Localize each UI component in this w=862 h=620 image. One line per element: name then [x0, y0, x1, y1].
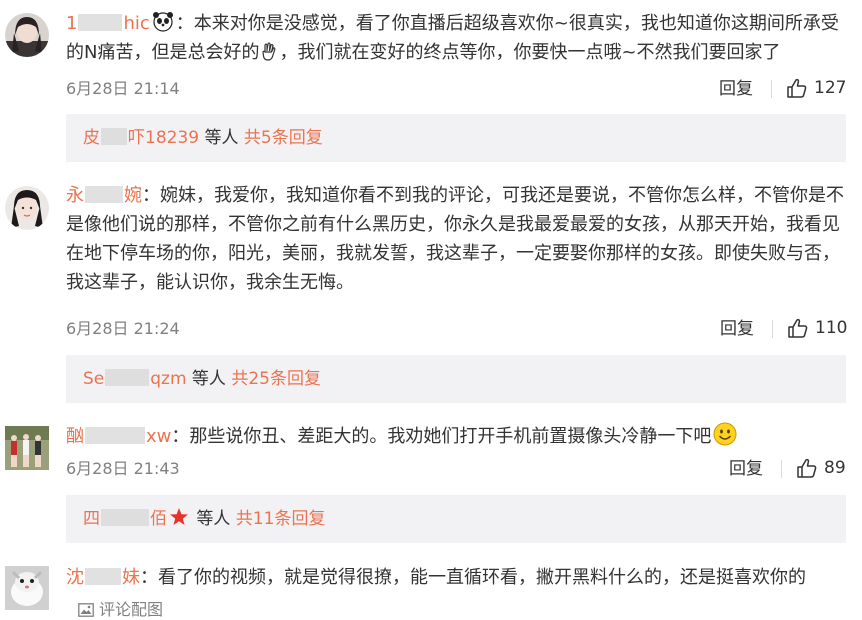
- redacted-name-blur: [78, 14, 123, 31]
- like-button[interactable]: 110: [787, 317, 847, 339]
- like-count: 127: [814, 78, 847, 98]
- red-star-icon: [170, 508, 188, 525]
- reply-username[interactable]: 皮吓18239: [83, 128, 199, 148]
- replies-summary[interactable]: Se qzm 等人 共25条回复: [66, 355, 846, 403]
- like-button[interactable]: 89: [796, 457, 846, 479]
- comment-text: 永婉：婉妹，我爱你，我知道你看不到我的评论，可我还是要说，不管你怎么样，不管你是…: [66, 185, 844, 293]
- comment-text: 沈妹：看了你的视频，就是觉得很撩，能一直循环看，撇开黑料什么的，还是挺喜欢你的: [66, 567, 806, 588]
- comment-time: 6月28日 21:43: [66, 459, 180, 478]
- reply-username[interactable]: Se qzm: [83, 369, 187, 389]
- comment-username[interactable]: 永婉: [66, 185, 142, 206]
- comment-text: 酗 xw：那些说你丑、差距大的。我劝她们打开手机前置摄像头冷静一下吧: [66, 422, 846, 451]
- redacted-name-blur: [105, 369, 150, 386]
- avatar[interactable]: [5, 13, 49, 57]
- reply-button[interactable]: 回复: [729, 459, 763, 479]
- panda-face-icon: [152, 12, 173, 32]
- comment-time: 6月28日 21:14: [66, 79, 180, 98]
- divider: [772, 320, 773, 338]
- divider: [781, 460, 782, 478]
- ok-hand-icon: [262, 42, 276, 61]
- avatar[interactable]: [5, 566, 49, 610]
- avatar[interactable]: [5, 186, 49, 230]
- divider: [771, 80, 772, 98]
- image-icon: [78, 603, 94, 617]
- replies-summary[interactable]: 四佰 等人 共11条回复: [66, 495, 846, 543]
- reply-count-link[interactable]: 共5条回复: [244, 128, 323, 148]
- comment-username[interactable]: 1 hic: [66, 13, 150, 34]
- redacted-name-blur: [101, 128, 127, 145]
- smiley-face-icon: [713, 422, 737, 446]
- comment-username[interactable]: 沈妹: [66, 567, 140, 588]
- like-count: 110: [815, 318, 848, 338]
- avatar[interactable]: [5, 426, 49, 470]
- reply-username[interactable]: 四佰: [83, 509, 167, 529]
- thumbs-up-icon: [797, 458, 817, 478]
- redacted-name-blur: [85, 427, 145, 444]
- comment-text: 1 hic ：本来对你是没感觉，看了你直播后超级喜欢你~很真实，我也知道你这期间所承…: [66, 12, 839, 63]
- comment-username[interactable]: 酗 xw: [66, 426, 171, 447]
- redacted-name-blur: [85, 568, 121, 585]
- comment-picture-link[interactable]: 评论配图: [78, 600, 163, 620]
- redacted-name-blur: [85, 186, 123, 203]
- reply-count-link[interactable]: 共25条回复: [231, 369, 321, 389]
- comment-time: 6月28日 21:24: [66, 319, 180, 338]
- redacted-name-blur: [101, 509, 149, 526]
- thumbs-up-icon: [787, 78, 807, 98]
- reply-button[interactable]: 回复: [720, 319, 754, 339]
- thumbs-up-icon: [788, 318, 808, 338]
- reply-button[interactable]: 回复: [719, 79, 753, 99]
- reply-count-link[interactable]: 共11条回复: [236, 509, 326, 529]
- like-button[interactable]: 127: [786, 77, 846, 99]
- like-count: 89: [824, 458, 846, 478]
- replies-summary[interactable]: 皮吓18239 等人 共5条回复: [66, 114, 846, 162]
